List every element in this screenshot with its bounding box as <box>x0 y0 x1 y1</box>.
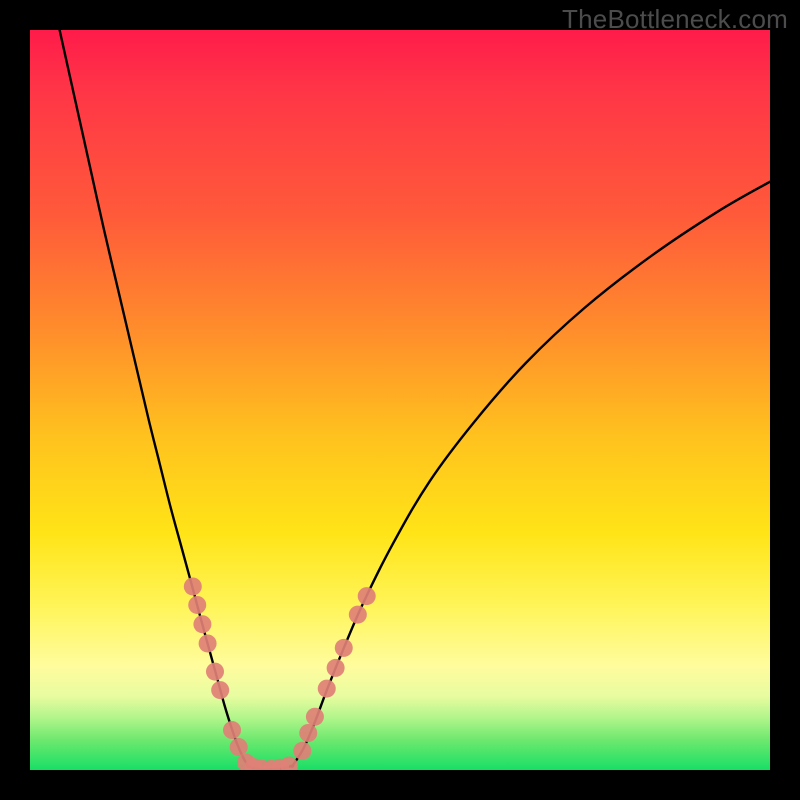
data-dot <box>293 742 311 760</box>
data-dot <box>184 577 202 595</box>
data-dot <box>211 681 229 699</box>
chart-container: TheBottleneck.com <box>0 0 800 800</box>
data-dot <box>327 659 345 677</box>
data-dot <box>299 724 317 742</box>
chart-svg <box>30 30 770 770</box>
data-dot <box>188 596 206 614</box>
data-dot <box>223 721 241 739</box>
data-dot <box>318 680 336 698</box>
data-dot <box>199 634 217 652</box>
data-dot <box>335 639 353 657</box>
data-dot <box>358 587 376 605</box>
line-layer <box>60 30 770 770</box>
data-dot <box>193 615 211 633</box>
data-dot <box>349 606 367 624</box>
plot-area <box>30 30 770 770</box>
dot-layer <box>184 577 376 770</box>
data-dot <box>306 708 324 726</box>
data-dot <box>206 663 224 681</box>
bottleneck-curve <box>60 30 770 770</box>
data-dot <box>230 738 248 756</box>
data-dot <box>280 757 298 770</box>
